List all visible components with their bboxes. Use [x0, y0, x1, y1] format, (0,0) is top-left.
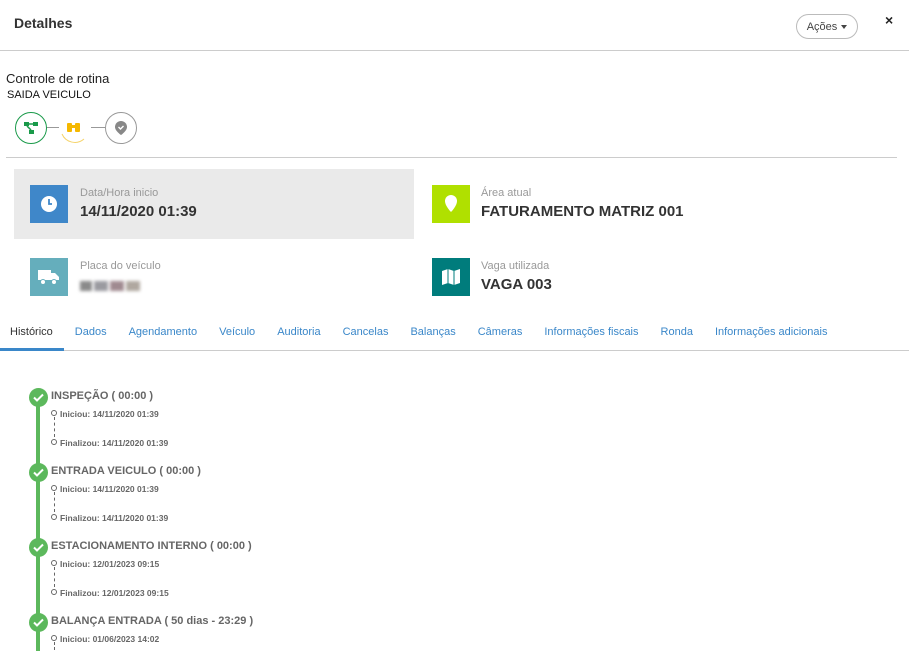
timeline-line: [36, 390, 40, 651]
info-value: VAGA 003: [481, 276, 552, 293]
tab-8[interactable]: Informações fiscais: [533, 316, 649, 351]
truck-icon: [30, 258, 68, 296]
modal-header: [0, 0, 909, 51]
check-circle-icon: [29, 463, 48, 482]
info-label: Área atual: [481, 187, 532, 199]
history-title: BALANÇA ENTRADA ( 50 dias - 23:29 ): [51, 615, 254, 627]
dashed-connector: [53, 567, 55, 587]
info-value: 14/11/2020 01:39: [80, 203, 197, 220]
end-dot-icon: [51, 589, 57, 595]
start-dot-icon: [51, 410, 57, 416]
caret-down-icon: [841, 24, 848, 29]
history-end: Finalizou: 12/01/2023 09:15: [60, 588, 169, 598]
tab-4[interactable]: Auditoria: [266, 316, 331, 351]
dashed-connector: [53, 417, 55, 437]
tab-bar: Histórico Dados Agendamento Veículo Auditori…: [0, 316, 909, 351]
dashed-connector: [53, 492, 55, 512]
divider: [6, 157, 897, 158]
plate-redacted: [80, 278, 161, 296]
history-title: INSPEÇÃO ( 00:00 ): [51, 390, 154, 402]
info-plate: Placa do veículo: [30, 258, 161, 296]
map-marker-icon: [432, 185, 470, 223]
tab-5[interactable]: Cancelas: [332, 316, 400, 351]
info-parking-spot: Vaga utilizada VAGA 003: [432, 258, 552, 296]
check-circle-icon: [29, 538, 48, 557]
step-location[interactable]: [105, 112, 137, 144]
step-inspection[interactable]: [58, 112, 90, 144]
tab-1[interactable]: Dados: [64, 316, 118, 351]
check-circle-icon: [29, 388, 48, 407]
tab-6[interactable]: Balanças: [399, 316, 466, 351]
end-dot-icon: [51, 439, 57, 445]
start-dot-icon: [51, 560, 57, 566]
history-end: Finalizou: 14/11/2020 01:39: [60, 438, 169, 448]
info-label: Placa do veículo: [80, 260, 161, 272]
routine-title: Controle de rotina: [6, 71, 110, 86]
check-circle-icon: [29, 613, 48, 632]
step-flow[interactable]: [15, 112, 47, 144]
modal-title: Detalhes: [14, 15, 73, 31]
history-start: Iniciou: 12/01/2023 09:15: [60, 559, 160, 569]
actions-dropdown-button[interactable]: Ações: [796, 14, 858, 39]
info-label: Data/Hora inicio: [80, 187, 159, 199]
actions-label: Ações: [806, 20, 838, 33]
history-start: Iniciou: 01/06/2023 14:02: [60, 634, 160, 644]
tab-10[interactable]: Informações adicionais: [704, 316, 839, 351]
clock-icon: [30, 185, 68, 223]
close-button[interactable]: ×: [885, 12, 893, 28]
info-label: Vaga utilizada: [481, 260, 550, 272]
info-current-area: Área atual FATURAMENTO MATRIZ 001: [432, 185, 684, 223]
tab-0[interactable]: Histórico: [0, 316, 64, 351]
flow-icon: [24, 122, 38, 134]
end-dot-icon: [51, 514, 57, 520]
location-check-icon: [115, 121, 127, 135]
tab-9[interactable]: Ronda: [650, 316, 704, 351]
binoculars-icon: [61, 123, 85, 143]
start-dot-icon: [51, 635, 57, 641]
history-end: Finalizou: 14/11/2020 01:39: [60, 513, 169, 523]
history-start: Iniciou: 14/11/2020 01:39: [60, 409, 159, 419]
start-dot-icon: [51, 485, 57, 491]
map-icon: [432, 258, 470, 296]
history-start: Iniciou: 14/11/2020 01:39: [60, 484, 159, 494]
tab-7[interactable]: Câmeras: [467, 316, 534, 351]
dashed-connector: [53, 642, 55, 650]
info-start-time: Data/Hora inicio 14/11/2020 01:39: [30, 185, 197, 223]
tab-2[interactable]: Agendamento: [118, 316, 209, 351]
tab-3[interactable]: Veículo: [208, 316, 266, 351]
info-value: FATURAMENTO MATRIZ 001: [481, 203, 684, 220]
routine-subtitle: SAIDA VEICULO: [7, 89, 91, 101]
history-title: ENTRADA VEICULO ( 00:00 ): [51, 465, 201, 477]
history-title: ESTACIONAMENTO INTERNO ( 00:00 ): [51, 540, 252, 552]
